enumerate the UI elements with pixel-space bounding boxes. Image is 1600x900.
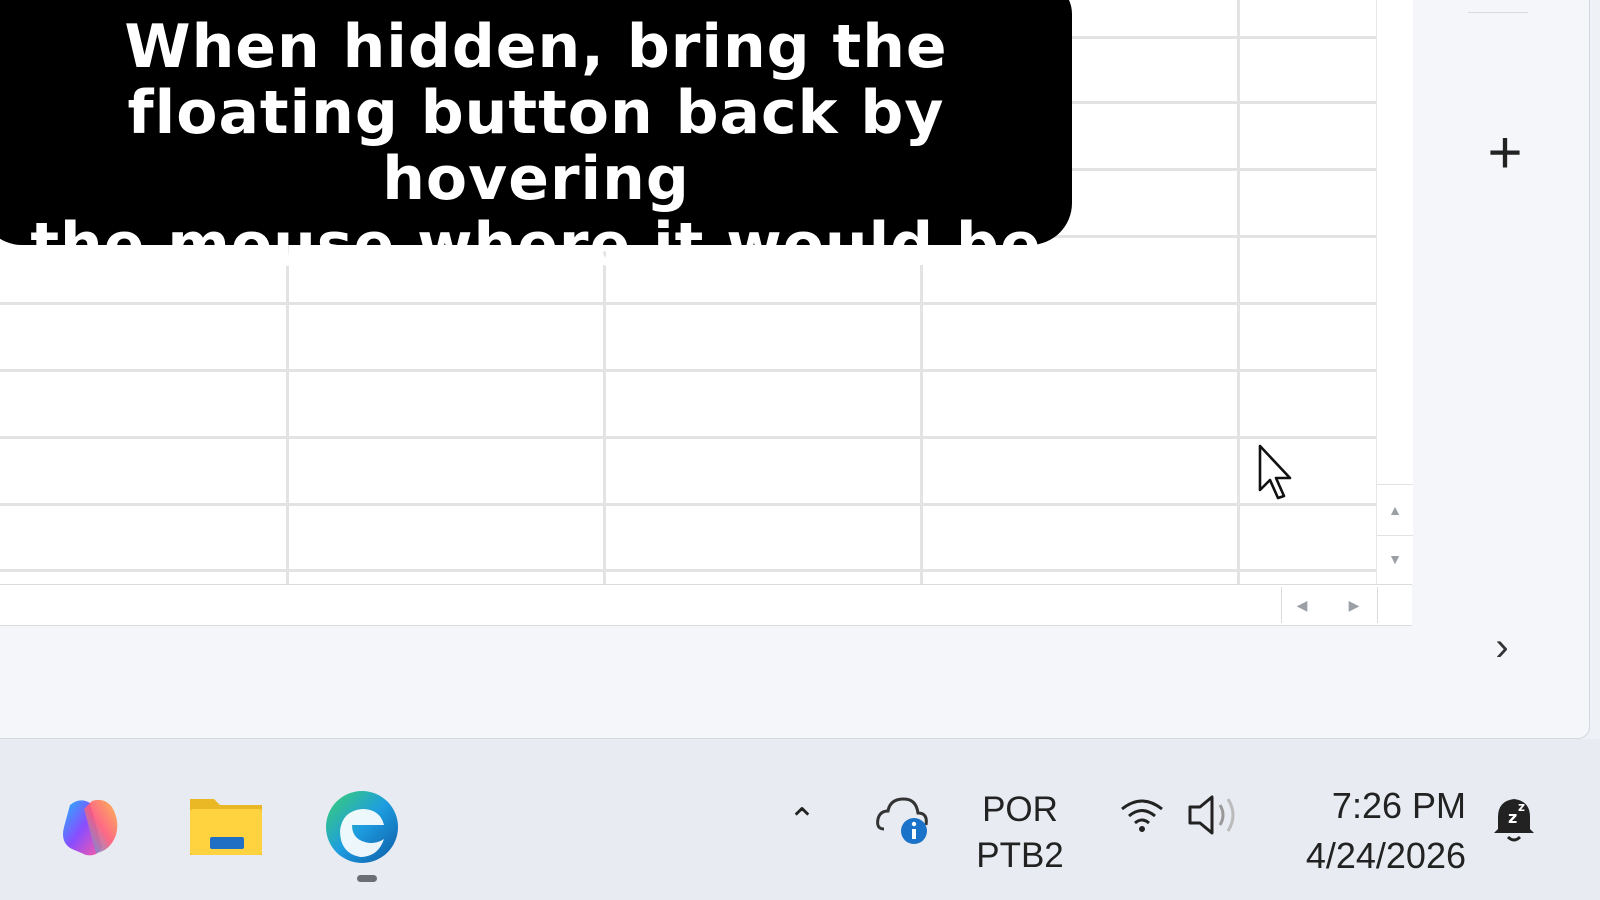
onedrive-info-icon[interactable] — [874, 791, 934, 847]
copilot-icon[interactable] — [50, 787, 130, 867]
volume-icon[interactable] — [1186, 789, 1242, 841]
language-code: POR — [982, 790, 1058, 829]
grid-row-line — [0, 436, 1376, 439]
scroll-down-icon[interactable]: ▼ — [1377, 534, 1413, 584]
svg-text:z: z — [1508, 808, 1517, 827]
clock-date: 4/24/2026 — [1305, 835, 1466, 876]
scrollbar-divider — [1377, 587, 1378, 623]
plus-icon[interactable]: + — [1470, 118, 1540, 188]
system-clock[interactable]: 7:26 PM 4/24/2026 — [1270, 781, 1466, 881]
scroll-up-icon[interactable]: ▲ — [1377, 484, 1413, 536]
active-app-indicator — [357, 875, 377, 882]
grid-col-line — [1237, 0, 1240, 584]
panel-divider — [1468, 12, 1528, 13]
show-hidden-icons-chevron-icon[interactable]: ⌃ — [780, 799, 824, 843]
taskbar: ⌃ POR PTB2 7:26 PM 4/24/2026 z z — [0, 739, 1600, 900]
notifications-snooze-icon[interactable]: z z — [1490, 791, 1540, 845]
caption-line: the mouse where it would be — [30, 210, 1042, 280]
horizontal-scrollbar[interactable]: ◀ ▶ — [0, 584, 1412, 626]
keyboard-layout: PTB2 — [976, 836, 1064, 875]
grid-row-line — [0, 369, 1376, 372]
tutorial-caption: When hidden, bring the floating button b… — [0, 0, 1072, 278]
scroll-right-icon[interactable]: ▶ — [1334, 589, 1374, 621]
chevron-right-icon[interactable]: › — [1480, 625, 1524, 669]
grid-row-line — [0, 569, 1376, 572]
caption-line: floating button back by hovering — [127, 78, 945, 214]
file-explorer-icon[interactable] — [186, 787, 266, 867]
scroll-left-icon[interactable]: ◀ — [1282, 589, 1322, 621]
wifi-icon[interactable] — [1118, 795, 1166, 835]
clock-time: 7:26 PM — [1331, 785, 1466, 826]
caption-line: When hidden, bring the — [124, 12, 948, 82]
vertical-scrollbar[interactable]: ▲ ▼ — [1376, 0, 1413, 584]
mouse-cursor-icon — [1258, 444, 1292, 500]
edge-icon[interactable] — [322, 787, 402, 867]
grid-row-line — [0, 503, 1376, 506]
grid-row-line — [0, 302, 1376, 305]
svg-text:z: z — [1518, 800, 1525, 814]
input-language-indicator[interactable]: POR PTB2 — [975, 787, 1065, 879]
